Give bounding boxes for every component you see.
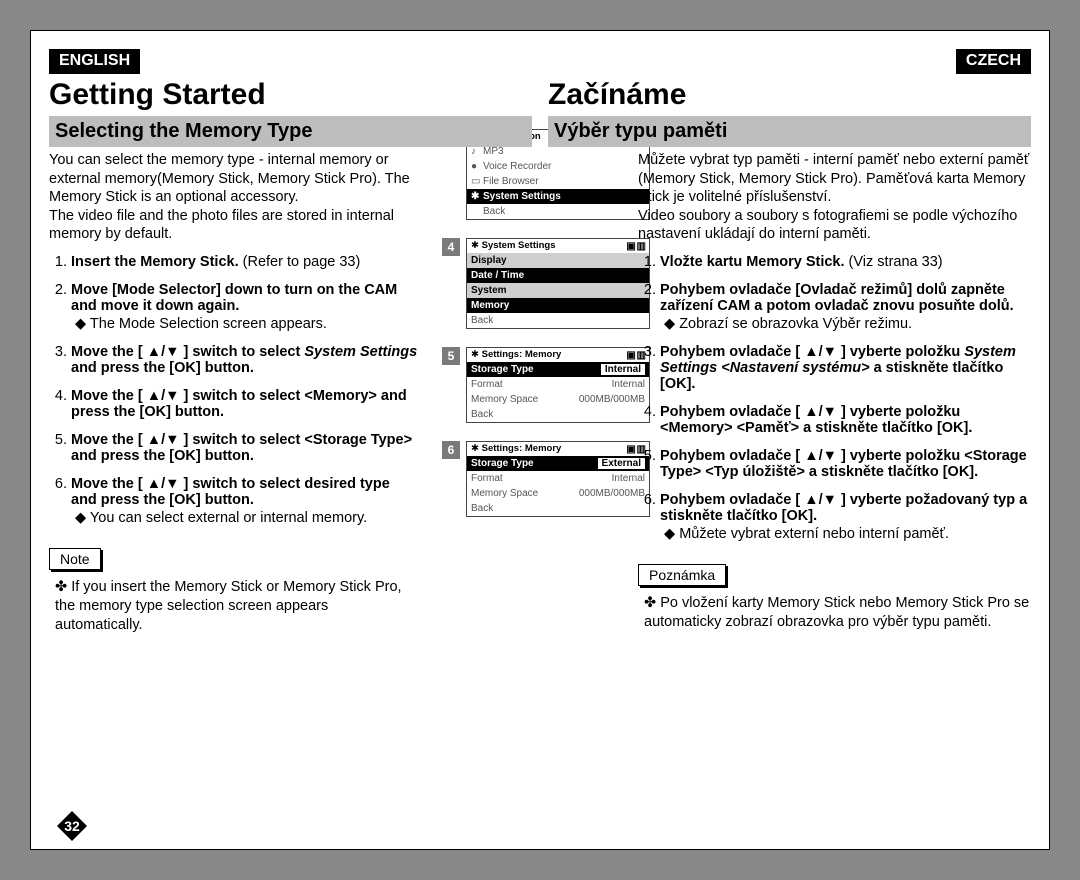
section-heading-en: Selecting the Memory Type bbox=[49, 116, 532, 147]
lang-badge-english: ENGLISH bbox=[49, 49, 140, 74]
step-4-cz: Pohybem ovladače [ ▲/▼ ] vyberte položku… bbox=[660, 404, 1031, 436]
step-3-en: Move the [ ▲/▼ ] switch to select System… bbox=[71, 344, 419, 376]
column-czech: CZECH Začínáme Výběr typu paměti Můžete … bbox=[540, 49, 1031, 849]
step-2-cz: Pohybem ovladače [Ovladač režimů] dolů z… bbox=[660, 282, 1031, 332]
note-text-cz: Po vložení karty Memory Stick nebo Memor… bbox=[644, 594, 1031, 632]
step-1-en: Insert the Memory Stick. (Refer to page … bbox=[71, 254, 419, 270]
step-5-cz: Pohybem ovladače [ ▲/▼ ] vyberte položku… bbox=[660, 448, 1031, 480]
manual-page: 3 Mode Selection ▣ ▥ ♪MP3 ●Voice Recorde… bbox=[30, 30, 1050, 850]
section-heading-cz: Výběr typu paměti bbox=[548, 116, 1031, 147]
page-title-en: Getting Started bbox=[49, 78, 532, 112]
step-6-bullet-en: You can select external or internal memo… bbox=[75, 510, 419, 526]
step-3-cz: Pohybem ovladače [ ▲/▼ ] vyberte položku… bbox=[660, 344, 1031, 392]
page-number-badge: 32 bbox=[57, 811, 87, 841]
step-6-cz: Pohybem ovladače [ ▲/▼ ] vyberte požadov… bbox=[660, 492, 1031, 542]
step-5-en: Move the [ ▲/▼ ] switch to select <Stora… bbox=[71, 432, 419, 464]
note-label-cz: Poznámka bbox=[638, 564, 726, 586]
steps-list-en: Insert the Memory Stick. (Refer to page … bbox=[49, 254, 419, 526]
lang-badge-czech: CZECH bbox=[956, 49, 1031, 74]
page-title-cz: Začínáme bbox=[548, 78, 1031, 112]
column-english: ENGLISH Getting Started Selecting the Me… bbox=[49, 49, 540, 849]
intro-text-en: You can select the memory type - interna… bbox=[49, 151, 419, 244]
step-2-bullet-cz: Zobrazí se obrazovka Výběr režimu. bbox=[664, 316, 1031, 332]
note-text-en: If you insert the Memory Stick or Memory… bbox=[55, 578, 419, 635]
step-4-en: Move the [ ▲/▼ ] switch to select <Memor… bbox=[71, 388, 419, 420]
intro-text-cz: Můžete vybrat typ paměti - interní paměť… bbox=[638, 151, 1031, 244]
step-1-cz: Vložte kartu Memory Stick. (Viz strana 3… bbox=[660, 254, 1031, 270]
note-label-en: Note bbox=[49, 548, 101, 570]
step-2-bullet-en: The Mode Selection screen appears. bbox=[75, 316, 419, 332]
step-6-en: Move the [ ▲/▼ ] switch to select desire… bbox=[71, 476, 419, 526]
step-2-en: Move [Mode Selector] down to turn on the… bbox=[71, 282, 419, 332]
step-6-bullet-cz: Můžete vybrat externí nebo interní paměť… bbox=[664, 526, 1031, 542]
steps-list-cz: Vložte kartu Memory Stick. (Viz strana 3… bbox=[638, 254, 1031, 542]
